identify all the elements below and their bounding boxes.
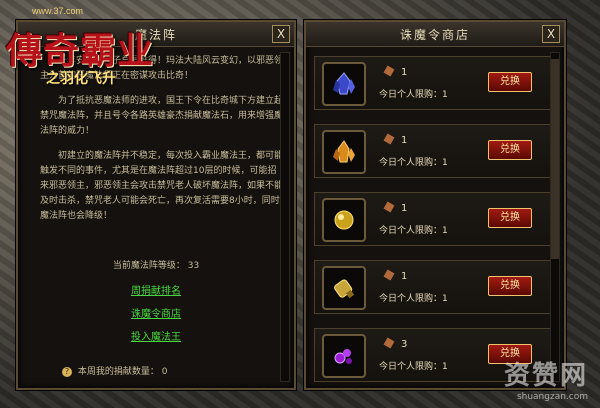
token-icon xyxy=(383,269,395,281)
item-slot[interactable] xyxy=(322,130,366,174)
weekly-donation-rank-link[interactable]: 周捐献排名 xyxy=(18,282,294,297)
invest-magic-king-link[interactable]: 投入魔法王 xyxy=(18,328,294,343)
item-cost: 1 xyxy=(383,65,407,78)
shop-item: 1 今日个人限购：1 兑换 xyxy=(314,260,556,314)
exchange-button[interactable]: 兑换 xyxy=(488,140,532,160)
logo-subtitle: 之羽化飞升 xyxy=(46,71,116,87)
story-paragraph: 初建立的魔法阵并不稳定，每次投入霸业魔法王，都可能触发不同的事件，尤其是在魔法阵… xyxy=(40,151,284,221)
close-icon[interactable]: X xyxy=(542,25,560,43)
question-icon[interactable]: ? xyxy=(62,366,72,377)
item-limit: 今日个人限购：1 xyxy=(379,294,448,304)
story-paragraph: 为了抵抗恶魔法师的进攻，国王下令在比奇城下方建立起禁咒魔法阵，并且号令各路英雄豪… xyxy=(40,96,284,136)
watermark-url: shuangzan.com xyxy=(516,392,588,402)
blue-crystal-icon xyxy=(333,72,355,95)
donation-value: 0 xyxy=(161,367,168,377)
logo-site-text: www.37.com xyxy=(32,6,84,16)
close-icon[interactable]: X xyxy=(272,25,290,43)
watermark-text: 资赞网 xyxy=(503,361,588,391)
item-limit: 今日个人限购：1 xyxy=(379,90,448,100)
item-cost: 1 xyxy=(383,269,407,282)
item-cost: 1 xyxy=(383,133,407,146)
gold-scroll-icon xyxy=(334,279,355,299)
gold-crystal-icon xyxy=(333,140,355,163)
game-logo: www.37.com 傳奇霸业 之羽化飞升 xyxy=(6,6,176,96)
shop-item: 1 今日个人限购：1 兑换 xyxy=(314,124,556,178)
exchange-button[interactable]: 兑换 xyxy=(488,208,532,228)
item-slot[interactable] xyxy=(322,266,366,310)
item-slot[interactable] xyxy=(322,334,366,378)
exchange-button[interactable]: 兑换 xyxy=(488,72,532,92)
item-limit: 今日个人限购：1 xyxy=(379,158,448,168)
logo-title: 傳奇霸业 xyxy=(6,30,155,72)
weekly-donation: ? 本周我的捐献数量： 0 xyxy=(62,364,168,377)
exchange-button[interactable]: 兑换 xyxy=(488,276,532,296)
token-icon xyxy=(383,337,395,349)
level-value: 33 xyxy=(187,261,200,271)
item-slot[interactable] xyxy=(322,198,366,242)
shop-item: 1 今日个人限购：1 兑换 xyxy=(314,56,556,110)
token-icon xyxy=(383,201,395,213)
story-scrollbar[interactable] xyxy=(280,52,290,382)
demon-shop-link[interactable]: 诛魔令商店 xyxy=(18,305,294,320)
demon-shop-panel: 诛魔令商店 X 1 今日个人限购：1 兑换 1 今日个人限购：1 兑换 1 今日… xyxy=(304,20,566,390)
shop-scrollbar[interactable] xyxy=(550,52,560,382)
token-icon xyxy=(383,133,395,145)
donation-label: 本周我的捐献数量： xyxy=(77,367,159,377)
item-cost: 3 xyxy=(383,337,407,350)
item-limit: 今日个人限购：1 xyxy=(379,362,448,372)
item-limit: 今日个人限购：1 xyxy=(379,226,448,236)
scroll-thumb[interactable] xyxy=(551,59,559,259)
watermark: 资赞网 shuangzan.com xyxy=(504,355,588,402)
shop-item: 1 今日个人限购：1 兑换 xyxy=(314,192,556,246)
item-cost: 1 xyxy=(383,201,407,214)
gold-nugget-icon xyxy=(334,210,354,230)
item-slot[interactable] xyxy=(322,62,366,106)
demon-shop-titlebar: 诛魔令商店 X xyxy=(306,22,564,47)
magic-circle-level: 当前魔法阵等级： 33 xyxy=(18,258,294,271)
level-label: 当前魔法阵等级： xyxy=(112,261,185,271)
purple-gem-icon xyxy=(334,349,352,364)
demon-shop-title: 诛魔令商店 xyxy=(399,28,470,42)
token-icon xyxy=(383,65,395,77)
